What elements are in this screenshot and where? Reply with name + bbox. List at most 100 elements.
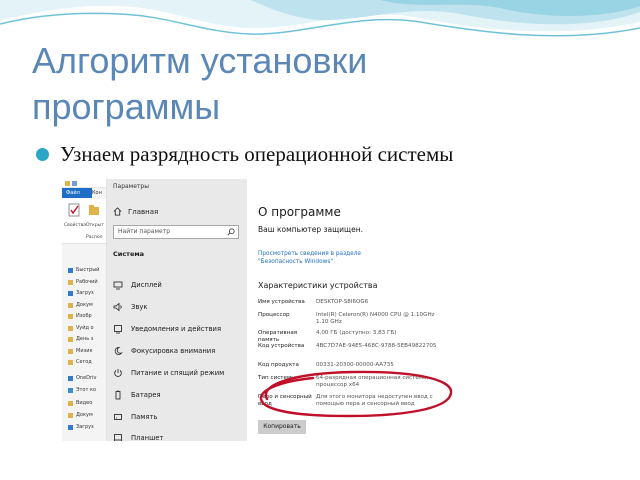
spec-value: 4,00 ГБ (доступно: 3,83 ГБ) (316, 330, 397, 336)
settings-nav-item[interactable]: Планшет (113, 433, 163, 441)
folder-icon (68, 313, 73, 319)
ribbon-label: Открыт (86, 223, 104, 228)
home-icon (113, 207, 122, 216)
tablet-icon (113, 433, 123, 441)
home-label: Главная (128, 207, 159, 216)
spec-key: Имя устройства (258, 299, 305, 305)
folder-icon (68, 302, 73, 308)
spec-row: Код устройства 4BC7D7AE-94E5-468C-9788-5E… (258, 343, 441, 350)
spec-row: Перо и сенсорный ввод Для этого монитора … (258, 394, 441, 408)
settings-nav-item[interactable]: Память (113, 412, 157, 422)
display-icon (113, 280, 123, 290)
notifications-icon (113, 324, 123, 334)
explorer-nav-item[interactable]: Загруз (68, 424, 94, 430)
explorer-nav-label: Быстрый (76, 267, 100, 273)
explorer-nav-label: Докум (76, 302, 93, 308)
protection-status: Ваш компьютер защищен. (258, 225, 364, 234)
cloud-icon (68, 375, 73, 381)
explorer-nav-label: День з (76, 336, 94, 342)
explorer-nav-item[interactable]: OneDriv (68, 375, 96, 381)
explorer-nav-item[interactable]: Этот ко (68, 387, 96, 393)
folder-icon (68, 336, 73, 342)
explorer-nav-label: Vyйд о (76, 325, 94, 331)
explorer-nav-label: Видео (76, 400, 93, 406)
explorer-nav-label: Этот ко (76, 387, 97, 393)
spec-value: 64-разрядная операционная система, проце… (316, 375, 429, 388)
security-details-link[interactable]: Просмотреть сведения в разделе "Безопасн… (258, 250, 393, 266)
settings-nav-item[interactable]: Питание и спящий режим (113, 368, 224, 378)
explorer-nav-label: Загруз (76, 424, 94, 430)
spec-row: Тип системы 64-разрядная операционная сис… (258, 375, 441, 389)
settings-nav-label: Память (131, 413, 158, 421)
download-icon (68, 290, 73, 296)
bullet-dot (36, 148, 49, 161)
settings-nav-label: Батарея (131, 391, 161, 399)
open-icon[interactable] (88, 204, 100, 216)
windows-screenshot: Файл Кон Свойства Открыт Распол Быстрый Р… (62, 179, 552, 441)
explorer-nav-item[interactable]: Докум (68, 302, 93, 308)
explorer-nav-item[interactable]: Рабочий (68, 279, 98, 285)
spec-row: Процессор Intel(R) Celeron(R) N4000 CPU @… (258, 312, 441, 326)
star-icon (68, 267, 73, 273)
download-icon (68, 424, 73, 430)
explorer-nav-item[interactable]: Видео (68, 400, 92, 406)
settings-nav-item[interactable]: Батарея (113, 390, 161, 400)
spec-value: Для этого монитора недоступен ввод с пом… (316, 394, 433, 407)
search-input[interactable]: Найти параметр (113, 225, 239, 239)
explorer-nav-item[interactable]: Сегод (68, 359, 92, 365)
explorer-nav-label: Сегод (76, 359, 92, 365)
power-icon (113, 368, 123, 378)
explorer-nav-item[interactable]: Vyйд о (68, 325, 94, 331)
folder-icon (68, 348, 73, 354)
spec-row: Оперативная память 4,00 ГБ (доступно: 3,8… (258, 330, 441, 344)
copy-button[interactable]: Копировать (258, 420, 306, 434)
settings-nav-item[interactable]: Фокусировка внимания (113, 346, 215, 356)
ribbon-label: Распол (86, 235, 103, 240)
explorer-nav-item[interactable]: Мизик (68, 348, 93, 354)
settings-nav-label: Питание и спящий режим (131, 369, 225, 377)
explorer-tab-computer[interactable]: Кон (92, 188, 102, 198)
spec-key: Процессор (258, 312, 290, 318)
bullet-text: Узнаем разрядность операционной системы (60, 142, 454, 166)
search-placeholder: Найти параметр (118, 228, 170, 235)
storage-icon (113, 412, 123, 422)
settings-nav-label: Уведомления и действия (131, 325, 222, 333)
explorer-nav-label: Рабочий (76, 279, 98, 285)
ribbon-label: Свойства (64, 223, 86, 228)
explorer-titlebar (62, 179, 106, 188)
explorer-nav-item[interactable]: Докум (68, 412, 93, 418)
explorer-file-tab[interactable]: Файл (62, 188, 92, 198)
folder-icon (68, 412, 73, 418)
spec-key: Тип системы (258, 375, 296, 381)
spec-row: Код продукта 00331-20300-00000-AA735 (258, 362, 441, 369)
bullet-item: Узнаем разрядность операционной системы (36, 142, 453, 167)
settings-nav-label: Фокусировка внимания (131, 347, 216, 355)
explorer-nav-item[interactable]: День з (68, 336, 93, 342)
spec-value: 4BC7D7AE-94E5-468C-9788-5EB49822705 (316, 343, 437, 349)
spec-value: 00331-20300-00000-AA735 (316, 362, 394, 368)
settings-nav-item[interactable]: Дисплей (113, 280, 162, 290)
explorer-nav-label: Изобр (76, 313, 92, 319)
settings-nav-item[interactable]: Уведомления и действия (113, 324, 221, 334)
settings-nav-item[interactable]: Звук (113, 302, 148, 312)
explorer-nav-item[interactable]: Загруз (68, 290, 94, 296)
spec-value: DESKTOP-S8I6OG6 (316, 299, 369, 305)
save-icon (72, 180, 77, 186)
settings-nav-label: Звук (131, 303, 148, 311)
home-nav-item[interactable]: Главная (113, 207, 158, 216)
search-icon[interactable] (227, 228, 235, 236)
page-title: О программе (258, 205, 341, 219)
explorer-nav-item[interactable]: Изобр (68, 313, 92, 319)
explorer-nav-label: OneDriv (76, 375, 97, 381)
battery-icon (113, 390, 123, 400)
file-explorer-window: Файл Кон Свойства Открыт Распол Быстрый Р… (62, 179, 107, 441)
folder-icon (68, 359, 73, 365)
settings-nav-label: Планшет (131, 434, 164, 441)
folder-icon (68, 279, 73, 285)
settings-sidebar: Параметры Главная Найти параметр Система… (107, 179, 247, 441)
explorer-nav-item[interactable]: Быстрый (68, 267, 99, 273)
properties-icon[interactable] (68, 203, 80, 217)
folder-icon (68, 400, 73, 406)
sound-icon (113, 302, 123, 312)
explorer-nav-label: Загруз (76, 290, 94, 296)
